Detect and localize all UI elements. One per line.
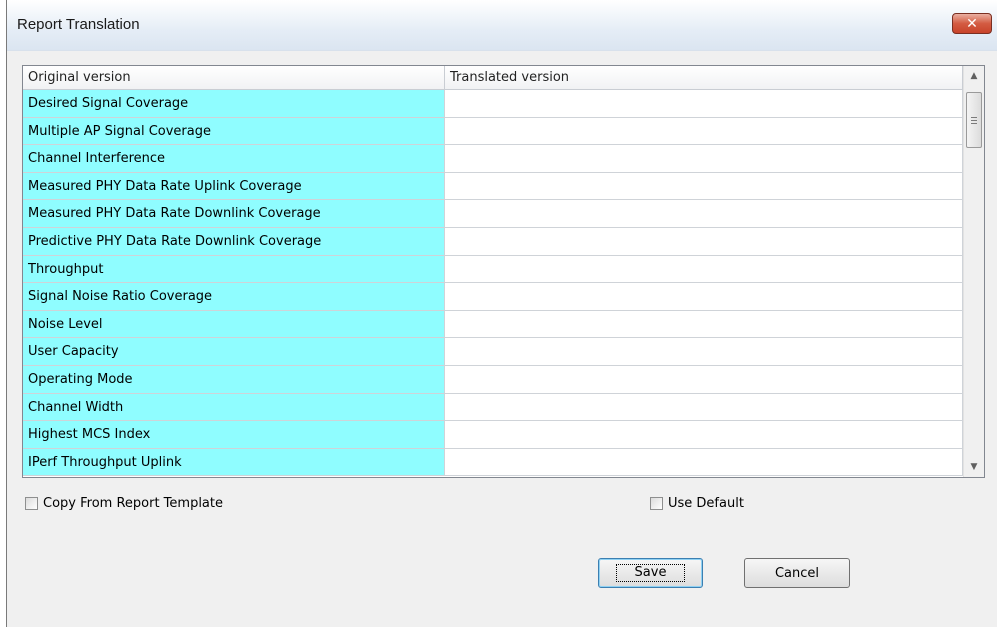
translated-text-cell[interactable] — [445, 90, 963, 118]
table-row[interactable]: Channel Interference — [23, 145, 963, 173]
original-text-cell: Throughput — [23, 255, 445, 284]
translated-text-cell[interactable] — [445, 255, 963, 284]
vertical-scrollbar[interactable]: ▲ ▼ — [963, 66, 984, 477]
original-text-cell: Channel Width — [23, 393, 445, 422]
translated-text-cell[interactable] — [445, 172, 963, 201]
table-row[interactable]: Channel Width — [23, 393, 963, 422]
translated-text-cell[interactable] — [445, 365, 963, 394]
translated-text-cell[interactable] — [445, 338, 963, 366]
table-row[interactable]: Signal Noise Ratio Coverage — [23, 283, 963, 311]
original-text-cell: Operating Mode — [23, 365, 445, 394]
dialog-title: Report Translation — [17, 16, 140, 33]
column-header-original[interactable]: Original version — [23, 66, 445, 90]
scroll-up-arrow-icon[interactable]: ▲ — [964, 66, 984, 86]
original-text-cell: User Capacity — [23, 338, 445, 366]
grip-line — [971, 123, 977, 124]
table-row[interactable]: Desired Signal Coverage — [23, 90, 963, 118]
original-text-cell: Measured PHY Data Rate Downlink Coverage — [23, 200, 445, 228]
translated-text-cell[interactable] — [445, 283, 963, 311]
table-row[interactable]: Multiple AP Signal Coverage — [23, 117, 963, 146]
table-row[interactable]: Highest MCS Index — [23, 421, 963, 449]
title-bar[interactable]: Report Translation ✕ — [7, 0, 997, 51]
original-text-cell: Highest MCS Index — [23, 421, 445, 449]
translated-text-cell[interactable] — [445, 310, 963, 339]
original-text-cell: Multiple AP Signal Coverage — [23, 117, 445, 146]
cancel-button[interactable]: Cancel — [744, 558, 850, 588]
translation-grid: Original version Translated version Desi… — [22, 65, 985, 478]
use-default-label: Use Default — [668, 496, 744, 511]
grip-line — [971, 120, 977, 121]
grid-header: Original version Translated version — [23, 66, 963, 90]
column-header-translated[interactable]: Translated version — [445, 66, 963, 90]
close-icon: ✕ — [966, 15, 978, 32]
table-row[interactable]: IPerf Throughput Uplink — [23, 448, 963, 477]
cancel-button-label: Cancel — [774, 565, 820, 581]
translated-text-cell[interactable] — [445, 448, 963, 477]
grid-rows: Desired Signal Coverage Multiple AP Signa… — [23, 90, 963, 477]
table-row[interactable]: Throughput — [23, 255, 963, 284]
original-text-cell: Noise Level — [23, 310, 445, 339]
close-button[interactable]: ✕ — [952, 13, 992, 34]
use-default-option[interactable]: Use Default — [650, 496, 744, 511]
original-text-cell: Channel Interference — [23, 145, 445, 173]
translated-text-cell[interactable] — [445, 117, 963, 146]
original-text-cell: Signal Noise Ratio Coverage — [23, 283, 445, 311]
use-default-checkbox[interactable] — [650, 497, 663, 510]
original-text-cell: Predictive PHY Data Rate Downlink Covera… — [23, 227, 445, 256]
translated-text-cell[interactable] — [445, 145, 963, 173]
save-button[interactable]: Save — [598, 558, 703, 588]
grip-line — [971, 117, 977, 118]
table-row[interactable]: Operating Mode — [23, 365, 963, 394]
save-button-label: Save — [615, 564, 686, 582]
original-text-cell: IPerf Throughput Uplink — [23, 448, 445, 477]
original-text-cell: Measured PHY Data Rate Uplink Coverage — [23, 172, 445, 201]
table-row[interactable]: Measured PHY Data Rate Downlink Coverage — [23, 200, 963, 228]
copy-from-template-label: Copy From Report Template — [43, 496, 223, 511]
copy-from-template-option[interactable]: Copy From Report Template — [25, 496, 223, 511]
scroll-down-arrow-icon[interactable]: ▼ — [964, 457, 984, 477]
table-row[interactable]: Noise Level — [23, 310, 963, 339]
original-text-cell: Desired Signal Coverage — [23, 90, 445, 118]
table-row[interactable]: User Capacity — [23, 338, 963, 366]
scrollbar-thumb[interactable] — [966, 92, 982, 148]
translated-text-cell[interactable] — [445, 227, 963, 256]
translated-text-cell[interactable] — [445, 421, 963, 449]
translated-text-cell[interactable] — [445, 393, 963, 422]
report-translation-dialog: Report Translation ✕ Original version Tr… — [6, 0, 997, 627]
table-row[interactable]: Measured PHY Data Rate Uplink Coverage — [23, 172, 963, 201]
copy-from-template-checkbox[interactable] — [25, 497, 38, 510]
translated-text-cell[interactable] — [445, 200, 963, 228]
table-row[interactable]: Predictive PHY Data Rate Downlink Covera… — [23, 227, 963, 256]
